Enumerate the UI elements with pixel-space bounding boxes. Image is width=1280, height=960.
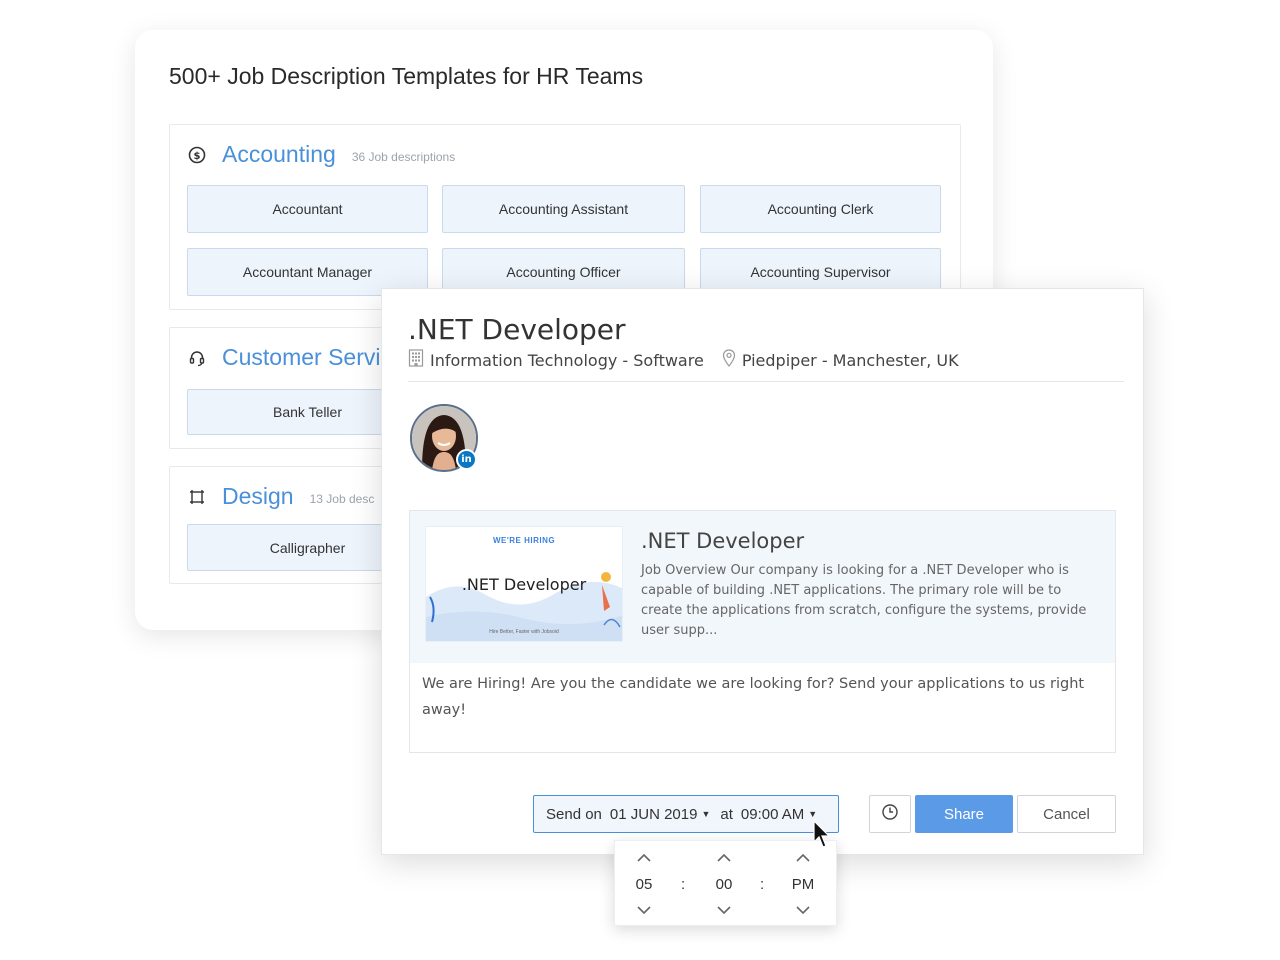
send-on-label: Send on bbox=[546, 805, 602, 823]
category-accounting: $ Accounting 36 Job descriptions Account… bbox=[169, 124, 961, 310]
hour-value[interactable]: 05 bbox=[619, 876, 669, 893]
thumbnail-footer: Hire Better, Faster with Jobsoid bbox=[489, 629, 559, 635]
schedule-clock-button[interactable] bbox=[869, 795, 911, 833]
category-title[interactable]: Design bbox=[222, 483, 294, 510]
chevron-up-icon[interactable] bbox=[793, 850, 813, 866]
crop-frame-icon bbox=[188, 488, 206, 506]
caret-down-icon[interactable]: ▼ bbox=[808, 809, 817, 819]
chevron-up-icon[interactable] bbox=[714, 850, 734, 866]
svg-text:$: $ bbox=[194, 151, 201, 162]
link-preview[interactable]: WE'RE HIRING .NET Developer Hire Better,… bbox=[410, 511, 1115, 663]
job-button-accountant[interactable]: Accountant bbox=[187, 185, 428, 233]
post-preview-box: WE'RE HIRING .NET Developer Hire Better,… bbox=[409, 510, 1116, 753]
time-separator: : bbox=[760, 876, 765, 893]
time-separator: : bbox=[681, 876, 686, 893]
clock-icon bbox=[881, 803, 899, 826]
preview-description: Job Overview Our company is looking for … bbox=[641, 563, 1087, 638]
job-title: .NET Developer bbox=[408, 313, 626, 346]
job-location: Piedpiper - Manchester, UK bbox=[741, 350, 959, 370]
job-button-accounting-clerk[interactable]: Accounting Clerk bbox=[700, 185, 941, 233]
category-title[interactable]: Customer Servi bbox=[222, 344, 380, 371]
share-job-modal: .NET Developer Information Technology - … bbox=[381, 288, 1144, 855]
share-button[interactable]: Share bbox=[915, 795, 1013, 833]
thumbnail-hiring-text: WE'RE HIRING bbox=[492, 536, 556, 545]
chevron-up-icon[interactable] bbox=[634, 850, 654, 866]
post-message-input[interactable]: We are Hiring! Are you the candidate we … bbox=[422, 671, 1092, 723]
caret-down-icon[interactable]: ▼ bbox=[701, 809, 710, 819]
category-count: 36 Job descriptions bbox=[351, 149, 456, 164]
job-department: Information Technology - Software bbox=[430, 350, 704, 370]
cancel-button[interactable]: Cancel bbox=[1017, 795, 1116, 833]
location-pin-icon bbox=[722, 349, 742, 371]
job-button-accounting-assistant[interactable]: Accounting Assistant bbox=[442, 185, 685, 233]
divider bbox=[408, 381, 1124, 382]
minute-value[interactable]: 00 bbox=[699, 876, 749, 893]
minute-column: 00 bbox=[699, 841, 749, 927]
building-icon bbox=[408, 349, 430, 371]
chevron-down-icon[interactable] bbox=[793, 902, 813, 918]
category-title[interactable]: Accounting bbox=[222, 141, 336, 168]
chevron-down-icon[interactable] bbox=[634, 902, 654, 918]
schedule-time[interactable]: 09:00 AM bbox=[741, 806, 804, 823]
dollar-circle-icon: $ bbox=[188, 146, 206, 164]
mouse-cursor-icon bbox=[813, 819, 831, 855]
preview-thumbnail: WE'RE HIRING .NET Developer Hire Better,… bbox=[425, 526, 623, 642]
time-picker: 05 : 00 : PM bbox=[614, 840, 837, 926]
job-meta: Information Technology - Software Piedpi… bbox=[408, 349, 977, 371]
preview-title: .NET Developer bbox=[641, 529, 805, 553]
thumbnail-title: .NET Developer bbox=[461, 575, 587, 594]
linkedin-icon: in bbox=[456, 449, 477, 470]
chevron-down-icon[interactable] bbox=[714, 902, 734, 918]
hour-column: 05 bbox=[619, 841, 669, 927]
headset-icon bbox=[188, 349, 206, 367]
schedule-dropdown[interactable]: Send on 01 JUN 2019 ▼ at 09:00 AM ▼ bbox=[533, 795, 839, 833]
category-count: 13 Job desc bbox=[309, 491, 375, 506]
at-label: at bbox=[720, 805, 733, 823]
page-title: 500+ Job Description Templates for HR Te… bbox=[169, 63, 644, 89]
schedule-date[interactable]: 01 JUN 2019 bbox=[610, 806, 698, 823]
period-value[interactable]: PM bbox=[778, 876, 828, 893]
